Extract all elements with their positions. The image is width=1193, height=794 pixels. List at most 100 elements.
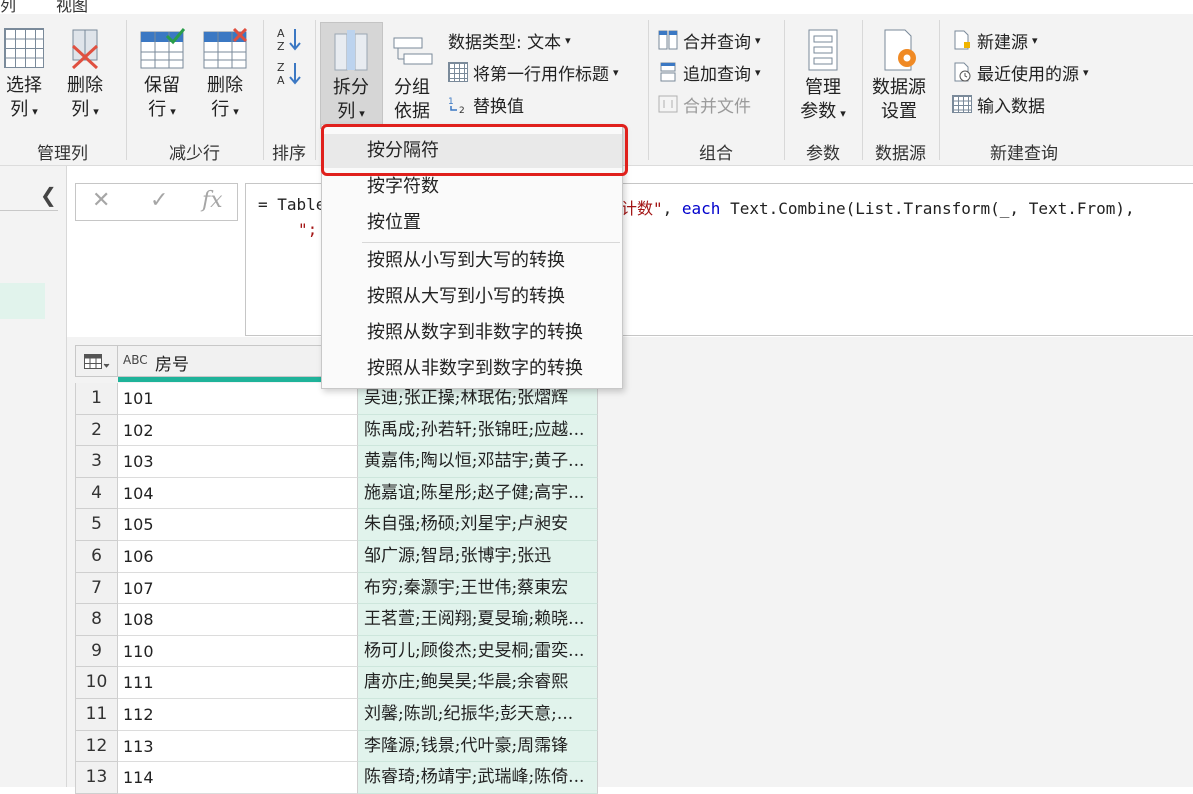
table-row[interactable]: 8 108 王茗萱;王阅翔;夏旻瑜;赖晓... [75, 604, 598, 636]
names-cell[interactable]: 朱自强;杨硕;刘星宇;卢昶安 [358, 509, 598, 541]
group-label-reduce-rows: 减少行 [169, 144, 220, 164]
row-number[interactable]: 6 [75, 541, 118, 573]
table-row[interactable]: 10 111 唐亦庄;鲍昊昊;华晨;余睿熙 [75, 667, 598, 699]
sort-ascending-icon[interactable]: A Z [276, 26, 302, 52]
room-number-cell[interactable]: 111 [118, 667, 358, 699]
fx-icon[interactable]: fx [202, 188, 223, 213]
manage-parameters-button[interactable]: 管理 参数 ▾ [794, 28, 852, 126]
combine-files-button[interactable]: 合并文件 [658, 92, 751, 117]
names-cell[interactable]: 杨可儿;顾俊杰;史旻桐;雷奕... [358, 635, 598, 668]
recent-sources-button[interactable]: 最近使用的源 ▾ [952, 60, 1089, 85]
names-cell[interactable]: 邹广源;智昂;张博宇;张迅 [358, 541, 598, 573]
remove-rows-button[interactable]: 删除 行 ▾ [200, 28, 250, 124]
confirm-formula-icon[interactable]: ✓ [150, 188, 168, 213]
formula-keyword: each [681, 199, 721, 218]
use-first-row-as-headers-button[interactable]: 将第一行用作标题 ▾ [448, 60, 619, 85]
room-number-cell[interactable]: 103 [118, 446, 358, 478]
menu-item-nondigit-to-digit[interactable]: 按照从非数字到数字的转换 [322, 352, 622, 386]
choose-columns-icon [4, 28, 44, 68]
table-row[interactable]: 6 106 邹广源;智昂;张博宇;张迅 [75, 541, 598, 573]
menu-separator [362, 242, 620, 243]
remove-columns-button[interactable]: 删除 列 ▾ [62, 28, 108, 124]
room-number-cell[interactable]: 108 [118, 604, 358, 636]
menu-item-by-positions[interactable]: 按位置 [322, 206, 622, 240]
manage-parameters-icon [808, 29, 838, 71]
names-cell[interactable]: 施嘉谊;陈星彤;赵子健;高宇... [358, 477, 598, 510]
names-cell[interactable]: 刘馨;陈凯;纪振华;彭天意;... [358, 699, 598, 731]
names-cell[interactable]: 唐亦庄;鲍昊昊;华晨;余睿熙 [358, 667, 598, 699]
row-number[interactable]: 1 [75, 383, 118, 415]
formula-comma: , [662, 199, 682, 218]
room-number-cell[interactable]: 106 [118, 541, 358, 573]
menu-item-lower-to-upper[interactable]: 按照从小写到大写的转换 [322, 244, 622, 278]
names-cell[interactable]: 陈睿琦;杨靖宇;武瑞峰;陈倚... [358, 762, 598, 794]
row-number[interactable]: 11 [75, 699, 118, 731]
enter-data-button[interactable]: 输入数据 [952, 92, 1045, 117]
names-cell[interactable]: 李隆源;钱景;代叶豪;周霈锋 [358, 730, 598, 763]
row-number[interactable]: 5 [75, 509, 118, 541]
group-label-sort: 排序 [272, 144, 306, 164]
room-number-cell[interactable]: 112 [118, 699, 358, 731]
collapse-pane-chevron-icon[interactable]: ❮ [40, 183, 57, 207]
column-header-label: 房号 [155, 355, 189, 375]
split-column-icon [334, 30, 368, 71]
table-menu-button[interactable] [75, 345, 118, 377]
cancel-formula-icon[interactable]: ✕ [92, 188, 110, 213]
row-number[interactable]: 4 [75, 477, 118, 510]
room-number-cell[interactable]: 107 [118, 572, 358, 605]
split-column-button[interactable]: 拆分 列 ▾ [322, 28, 380, 126]
table-row[interactable]: 3 103 黄嘉伟;陶以恒;邓喆宇;黄子... [75, 446, 598, 478]
row-number[interactable]: 9 [75, 635, 118, 668]
table-row[interactable]: 13 114 陈睿琦;杨靖宇;武瑞峰;陈倚... [75, 762, 598, 794]
group-by-icon [393, 37, 433, 65]
replace-values-button[interactable]: 1 2 替换值 [448, 92, 524, 117]
svg-text:A: A [277, 27, 285, 40]
names-cell[interactable]: 陈禹成;孙若轩;张锦旺;应越... [358, 414, 598, 447]
svg-text:Z: Z [277, 40, 285, 52]
room-number-cell[interactable]: 113 [118, 730, 358, 763]
append-queries-button[interactable]: 追加查询 ▾ [658, 60, 761, 85]
choose-columns-button[interactable]: 选择 列 ▾ [2, 28, 46, 124]
merge-queries-button[interactable]: 合并查询 ▾ [658, 28, 761, 53]
new-source-button[interactable]: 新建源 ▾ [952, 28, 1038, 53]
row-number[interactable]: 7 [75, 572, 118, 605]
remove-rows-icon [203, 28, 248, 69]
tab-column[interactable]: 列 [0, 0, 16, 14]
row-number[interactable]: 12 [75, 730, 118, 763]
menu-item-digit-to-nondigit[interactable]: 按照从数字到非数字的转换 [322, 316, 622, 350]
table-row[interactable]: 12 113 李隆源;钱景;代叶豪;周霈锋 [75, 730, 598, 763]
room-number-cell[interactable]: 114 [118, 762, 358, 794]
room-number-cell[interactable]: 104 [118, 477, 358, 510]
group-label-data-source: 数据源 [875, 144, 926, 164]
row-number[interactable]: 3 [75, 446, 118, 478]
selected-query-item[interactable] [0, 283, 45, 319]
names-cell[interactable]: 布穷;秦灏宇;王世伟;蔡東宏 [358, 572, 598, 605]
group-label-manage-columns: 管理列 [37, 144, 88, 164]
data-source-settings-button[interactable]: 数据源 设置 [866, 28, 932, 124]
room-number-cell[interactable]: 105 [118, 509, 358, 541]
table-row[interactable]: 9 110 杨可儿;顾俊杰;史旻桐;雷奕... [75, 635, 598, 668]
data-source-settings-icon [884, 29, 916, 71]
tab-view[interactable]: 视图 [56, 0, 88, 14]
row-number[interactable]: 10 [75, 667, 118, 699]
new-source-icon [954, 30, 970, 50]
table-row[interactable]: 5 105 朱自强;杨硕;刘星宇;卢昶安 [75, 509, 598, 541]
table-row[interactable]: 11 112 刘馨;陈凯;纪振华;彭天意;... [75, 699, 598, 731]
sort-descending-icon[interactable]: Z A [276, 60, 302, 86]
data-type-dropdown[interactable]: 数据类型: 文本 ▾ [448, 28, 571, 53]
row-number[interactable]: 2 [75, 414, 118, 447]
names-cell[interactable]: 王茗萱;王阅翔;夏旻瑜;赖晓... [358, 604, 598, 636]
table-row[interactable]: 4 104 施嘉谊;陈星彤;赵子健;高宇... [75, 477, 598, 510]
group-by-button[interactable]: 分组 依据 [386, 28, 438, 124]
room-number-cell[interactable]: 110 [118, 635, 358, 668]
row-number[interactable]: 8 [75, 604, 118, 636]
table-row[interactable]: 2 102 陈禹成;孙若轩;张锦旺;应越... [75, 414, 598, 447]
group-label-parameters: 参数 [806, 144, 840, 164]
keep-rows-button[interactable]: 保留 行 ▾ [137, 28, 187, 124]
row-number[interactable]: 13 [75, 762, 118, 794]
text-type-icon[interactable]: ABC [123, 353, 148, 367]
table-row[interactable]: 7 107 布穷;秦灏宇;王世伟;蔡東宏 [75, 572, 598, 605]
menu-item-upper-to-lower[interactable]: 按照从大写到小写的转换 [322, 280, 622, 314]
names-cell[interactable]: 黄嘉伟;陶以恒;邓喆宇;黄子... [358, 446, 598, 478]
room-number-cell[interactable]: 102 [118, 414, 358, 447]
